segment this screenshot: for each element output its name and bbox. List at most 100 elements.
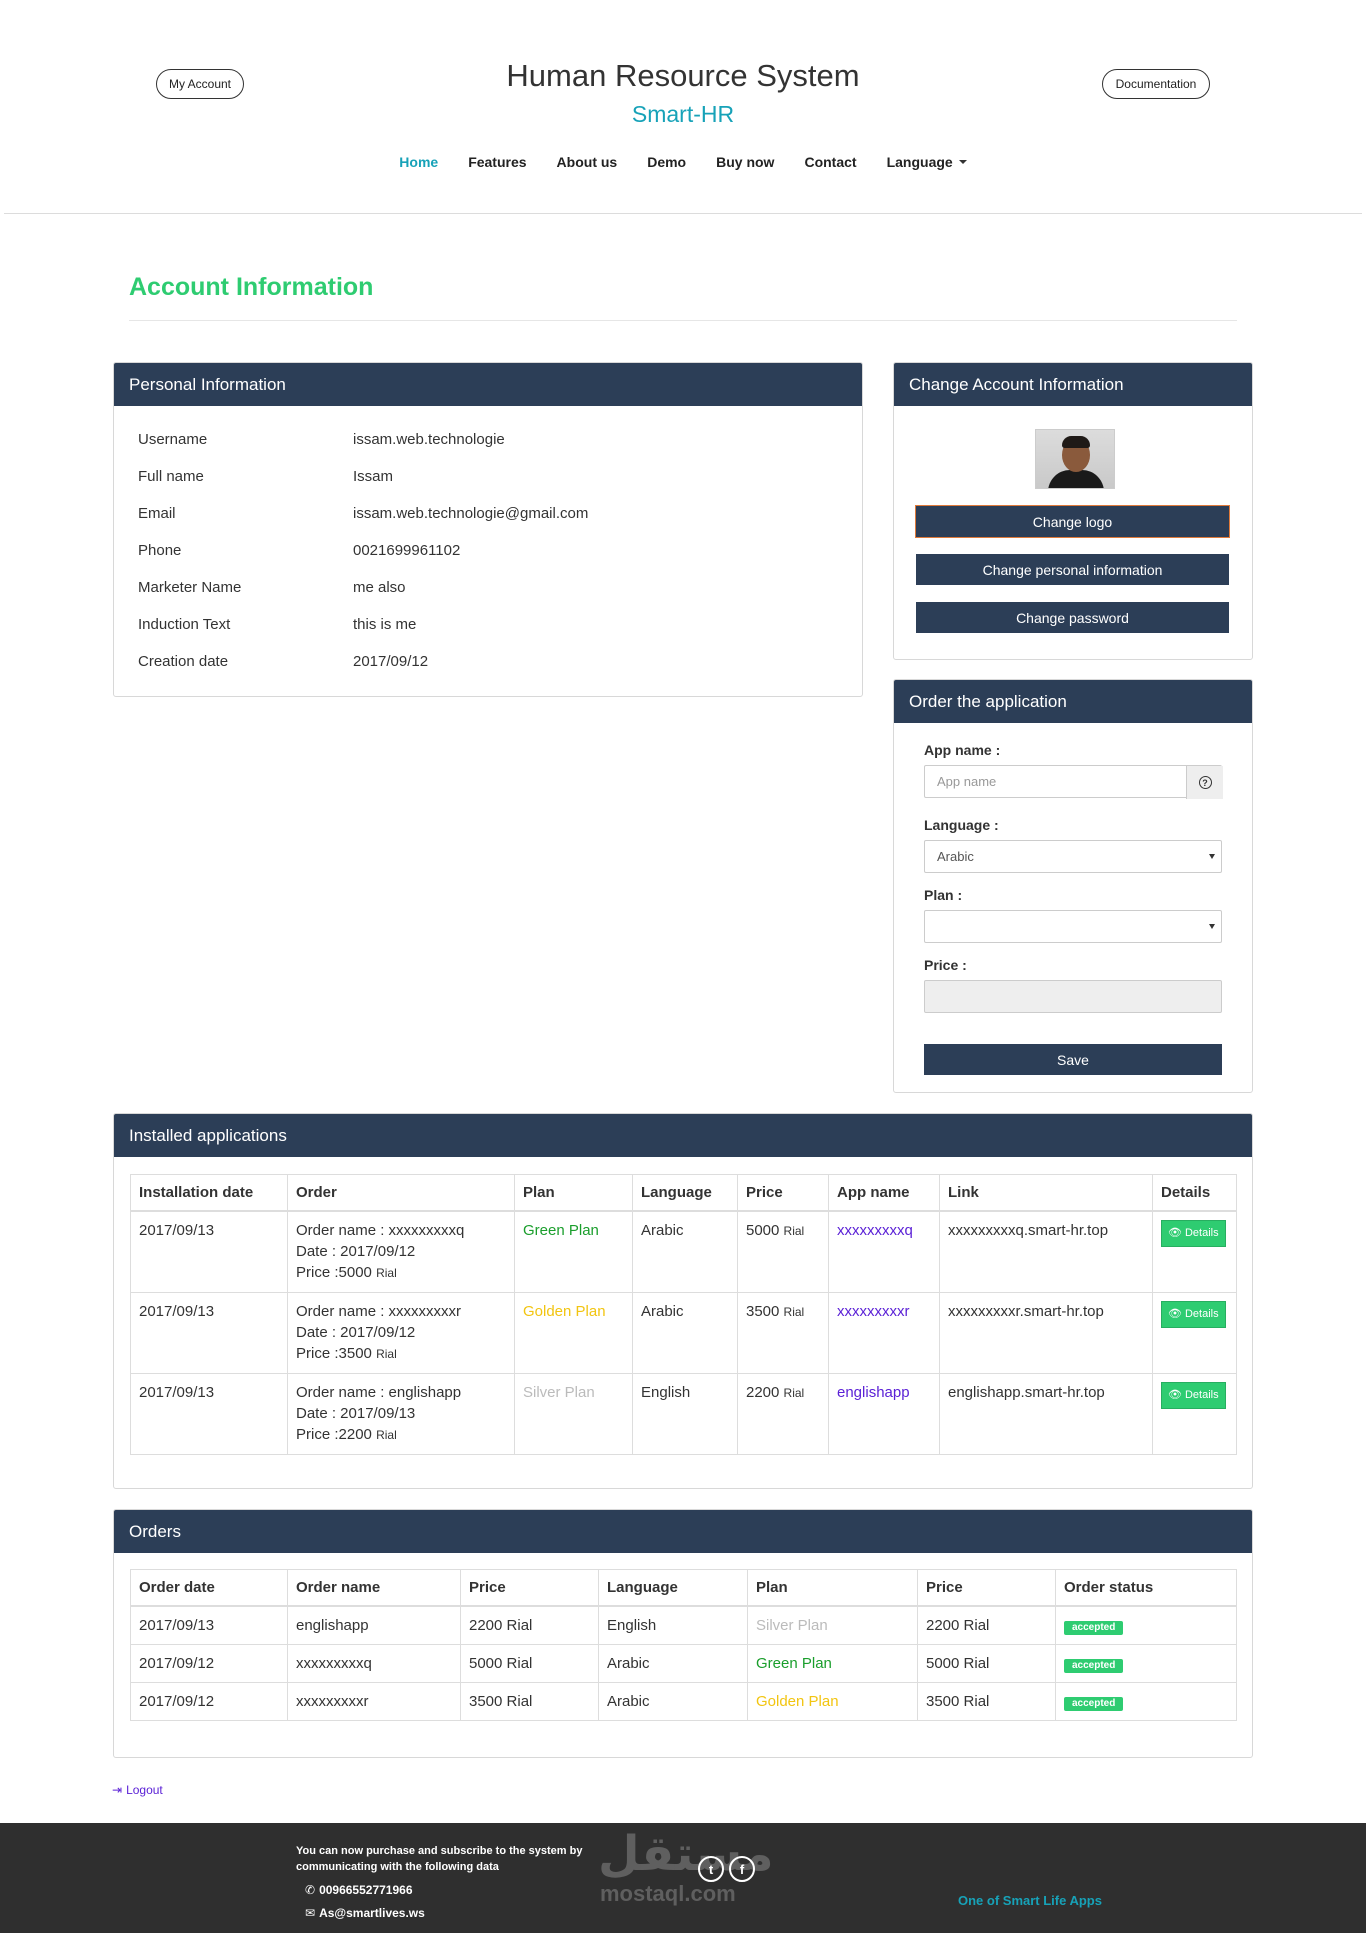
app-name-label: App name : bbox=[924, 742, 1001, 758]
order-date: 2017/09/12 bbox=[130, 1644, 288, 1683]
column-header: Plan bbox=[747, 1569, 918, 1607]
info-value: 0021699961102 bbox=[353, 542, 461, 559]
column-header: Order date bbox=[130, 1569, 288, 1607]
order-name: Order name : xxxxxxxxxq bbox=[296, 1222, 465, 1239]
info-label: Full name bbox=[138, 468, 204, 485]
nav-contact[interactable]: Contact bbox=[789, 154, 871, 170]
app-name-link[interactable]: xxxxxxxxxq bbox=[828, 1210, 940, 1293]
app-name-input[interactable]: App name ? bbox=[924, 765, 1223, 799]
price-unit: Rial bbox=[783, 1224, 805, 1238]
main-nav: Home Features About us Demo Buy now Cont… bbox=[0, 154, 1366, 170]
price-unit: Rial bbox=[783, 1305, 805, 1319]
plan-label: Plan : bbox=[924, 887, 963, 903]
nav-about-us[interactable]: About us bbox=[542, 154, 633, 170]
info-label: Induction Text bbox=[138, 616, 231, 633]
order-date: 2017/09/12 bbox=[130, 1682, 288, 1721]
order-name: Order name : englishapp bbox=[296, 1384, 462, 1401]
order-price: 5000 Rial bbox=[460, 1644, 599, 1683]
order-date: Date : 2017/09/12 bbox=[296, 1243, 416, 1260]
status-badge: accepted bbox=[1064, 1697, 1124, 1711]
table-header-row: Order date Order name Price Language Pla… bbox=[130, 1569, 1237, 1607]
info-value: Issam bbox=[353, 468, 394, 485]
avatar bbox=[1035, 429, 1115, 489]
panel-header: Order the application bbox=[894, 680, 1252, 723]
question-icon: ? bbox=[1198, 776, 1212, 789]
info-label: Marketer Name bbox=[138, 579, 242, 596]
column-header: App name bbox=[828, 1174, 940, 1212]
price-amount: 2200 bbox=[746, 1384, 780, 1401]
nav-demo[interactable]: Demo bbox=[632, 154, 701, 170]
save-button[interactable]: Save bbox=[924, 1044, 1222, 1075]
app-name-link[interactable]: englishapp bbox=[828, 1373, 940, 1455]
facebook-icon[interactable]: f bbox=[729, 1856, 755, 1882]
price-cell: 5000 Rial bbox=[737, 1210, 829, 1293]
order-status-cell: accepted bbox=[1055, 1605, 1237, 1645]
eye-icon: 👁 bbox=[1168, 1389, 1182, 1401]
details-button[interactable]: 👁 Details bbox=[1161, 1301, 1226, 1328]
language-cell: Arabic bbox=[632, 1292, 738, 1374]
nav-language-dropdown[interactable]: Language bbox=[872, 154, 982, 170]
envelope-icon: ✉ bbox=[305, 1906, 316, 1920]
details-button[interactable]: 👁 Details bbox=[1161, 1220, 1226, 1247]
chevron-down-icon bbox=[958, 160, 967, 164]
details-button[interactable]: 👁 Details bbox=[1161, 1382, 1226, 1409]
order-name: englishapp bbox=[287, 1605, 461, 1645]
order-name: Order name : xxxxxxxxxr bbox=[296, 1303, 462, 1320]
order-price-2: 3500 Rial bbox=[917, 1682, 1056, 1721]
chevron-down-icon bbox=[1209, 854, 1215, 859]
installation-date: 2017/09/13 bbox=[130, 1292, 288, 1374]
table-row: 2017/09/13 Order name : xxxxxxxxxq Date :… bbox=[130, 1210, 1237, 1293]
order-price-amount: Price :5000 bbox=[296, 1264, 372, 1281]
footer-phone: ✆ 00966552771966 bbox=[305, 1883, 413, 1897]
order-price-2: 2200 Rial bbox=[917, 1605, 1056, 1645]
plan-cell: Golden Plan bbox=[514, 1292, 633, 1374]
change-logo-button[interactable]: Change logo bbox=[915, 505, 1230, 538]
language-select-value: Arabic bbox=[937, 849, 974, 864]
order-price: Price :5000 Rial bbox=[296, 1262, 506, 1284]
nav-home[interactable]: Home bbox=[384, 154, 453, 170]
logout-label: Logout bbox=[126, 1783, 163, 1797]
order-status-cell: accepted bbox=[1055, 1682, 1237, 1721]
info-value: this is me bbox=[353, 616, 417, 633]
details-label: Details bbox=[1184, 1389, 1219, 1401]
info-value: issam.web.technologie@gmail.com bbox=[353, 505, 589, 522]
change-password-button[interactable]: Change password bbox=[916, 602, 1229, 633]
eye-icon: 👁 bbox=[1168, 1227, 1182, 1239]
chevron-down-icon bbox=[1209, 924, 1215, 929]
order-price-amount: Price :2200 bbox=[296, 1426, 372, 1443]
price-amount: 3500 bbox=[746, 1303, 780, 1320]
column-header: Plan bbox=[514, 1174, 633, 1212]
installed-applications-panel: Installed applications Installation date… bbox=[113, 1113, 1253, 1489]
app-name-link[interactable]: xxxxxxxxxr bbox=[828, 1292, 940, 1374]
app-name-help-button[interactable]: ? bbox=[1186, 766, 1223, 799]
app-name-placeholder: App name bbox=[937, 774, 997, 789]
column-header: Details bbox=[1152, 1174, 1237, 1212]
personal-information-panel: Personal Information Username issam.web.… bbox=[113, 362, 863, 697]
column-header: Order name bbox=[287, 1569, 461, 1607]
column-header: Price bbox=[737, 1174, 829, 1212]
nav-buy-now[interactable]: Buy now bbox=[701, 154, 789, 170]
page-title: Account Information bbox=[129, 273, 374, 301]
logout-icon: ⇥ bbox=[112, 1783, 123, 1797]
site-title: Human Resource System bbox=[506, 58, 860, 93]
change-personal-info-button[interactable]: Change personal information bbox=[916, 554, 1229, 585]
plan-select[interactable] bbox=[924, 910, 1222, 943]
order-cell: Order name : xxxxxxxxxq Date : 2017/09/12… bbox=[287, 1210, 515, 1293]
language-select[interactable]: Arabic bbox=[924, 840, 1222, 873]
nav-features[interactable]: Features bbox=[453, 154, 541, 170]
eye-icon: 👁 bbox=[1168, 1308, 1182, 1320]
order-language: Arabic bbox=[598, 1682, 748, 1721]
order-cell: Order name : englishapp Date : 2017/09/13… bbox=[287, 1373, 515, 1455]
panel-header: Orders bbox=[114, 1510, 1252, 1553]
app-link: xxxxxxxxxq.smart-hr.top bbox=[939, 1210, 1153, 1293]
column-header: Price bbox=[460, 1569, 599, 1607]
language-cell: English bbox=[632, 1373, 738, 1455]
twitter-icon[interactable]: t bbox=[698, 1856, 724, 1882]
order-language: English bbox=[598, 1605, 748, 1645]
info-value: me also bbox=[353, 579, 406, 596]
site-subtitle: Smart-HR bbox=[631, 101, 735, 127]
panel-header: Installed applications bbox=[114, 1114, 1252, 1157]
logout-link[interactable]: ⇥ Logout bbox=[112, 1783, 163, 1797]
order-price: Price :2200 Rial bbox=[296, 1424, 506, 1446]
order-price-amount: Price :3500 bbox=[296, 1345, 372, 1362]
